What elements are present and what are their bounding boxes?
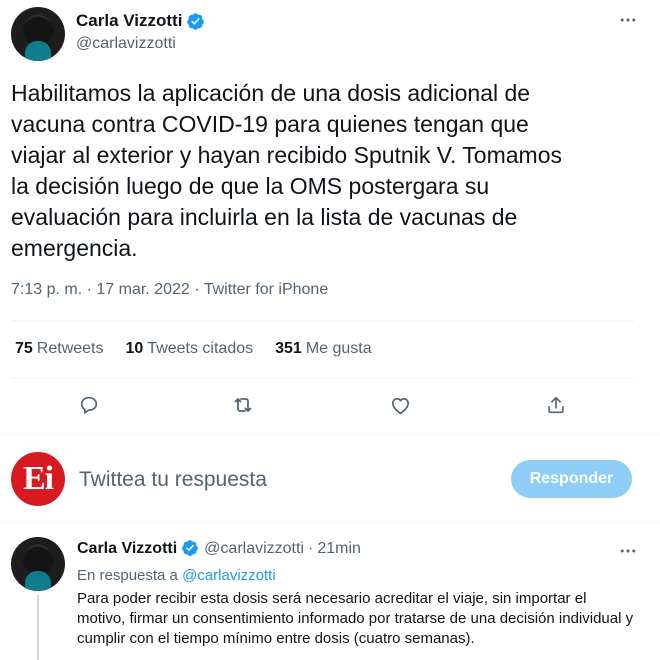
retweets-count: 75 [15, 340, 33, 357]
tweet-time[interactable]: 7:13 p. m. [11, 281, 82, 298]
likes-count: 351 [275, 340, 302, 357]
in-reply-to: En respuesta a @carlavizzotti [77, 567, 276, 584]
meta-separator: · [82, 281, 97, 298]
share-icon[interactable] [543, 392, 569, 418]
tweet-text: Habilitamos la aplicación de una dosis a… [11, 80, 563, 261]
verified-badge-icon [181, 539, 200, 558]
divider [0, 522, 660, 523]
tweet-source[interactable]: Twitter for iPhone [204, 281, 329, 298]
header-separator: · [308, 539, 314, 557]
reply-mention-link[interactable]: @carlavizzotti [182, 567, 276, 584]
likes-stat[interactable]: 351 Me gusta [275, 340, 372, 358]
author-block: Carla Vizzotti @carlavizzotti [76, 10, 205, 53]
display-name-row: Carla Vizzotti [76, 10, 205, 32]
tweet-date[interactable]: 17 mar. 2022 [96, 281, 189, 298]
handle[interactable]: @carlavizzotti [76, 35, 205, 53]
divider [0, 434, 660, 435]
display-name[interactable]: Carla Vizzotti [77, 540, 177, 558]
more-horizontal-icon[interactable] [616, 539, 640, 563]
handle[interactable]: @carlavizzotti [204, 540, 304, 558]
quotes-label: Tweets citados [147, 340, 254, 357]
reply-time[interactable]: 21min [317, 540, 361, 558]
avatar[interactable] [11, 7, 65, 61]
divider [11, 320, 634, 321]
heart-icon[interactable] [387, 392, 413, 418]
quotes-stat[interactable]: 10 Tweets citados [126, 340, 254, 358]
reply-input[interactable] [79, 465, 479, 495]
reply-header: Carla Vizzotti @carlavizzotti · 21min [77, 539, 361, 558]
divider [11, 377, 634, 378]
verified-badge-icon [186, 12, 205, 31]
tweet-meta: 7:13 p. m. · 17 mar. 2022 · Twitter for … [11, 281, 328, 299]
action-bar [0, 392, 660, 418]
reply-composer: Ei Responder [0, 440, 660, 522]
in-reply-prefix: En respuesta a [77, 567, 178, 584]
retweets-label: Retweets [36, 340, 104, 357]
thread-line [37, 595, 39, 660]
reply-button[interactable]: Responder [511, 460, 632, 498]
more-horizontal-icon[interactable] [616, 8, 640, 32]
reply-text: Para poder recibir esta dosis será neces… [77, 590, 634, 647]
avatar[interactable] [11, 537, 65, 591]
display-name[interactable]: Carla Vizzotti [76, 11, 182, 31]
quotes-count: 10 [125, 340, 144, 357]
user-avatar[interactable]: Ei [11, 452, 65, 506]
reply-bubble-icon[interactable] [76, 392, 102, 418]
retweet-icon[interactable] [230, 392, 256, 418]
meta-separator: · [189, 281, 204, 298]
reply-tweet[interactable]: Carla Vizzotti @carlavizzotti · 21min En… [0, 525, 660, 660]
stats-row: 75 Retweets 10 Tweets citados 351 Me gusta [15, 340, 372, 358]
likes-label: Me gusta [305, 340, 372, 357]
retweets-stat[interactable]: 75 Retweets [15, 340, 104, 358]
